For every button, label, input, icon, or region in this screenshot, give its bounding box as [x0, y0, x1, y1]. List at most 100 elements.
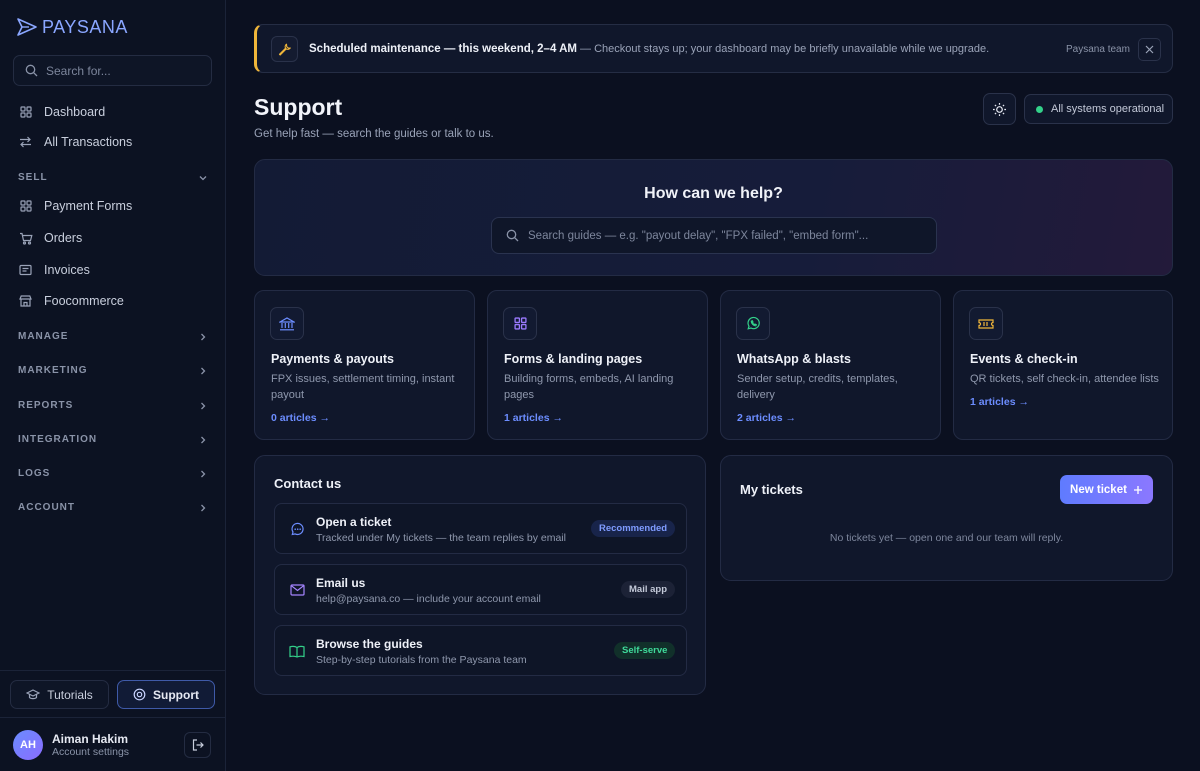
close-icon: [1145, 45, 1154, 54]
section-label: LOGS: [18, 468, 51, 479]
option-subtitle: help@paysana.co — include your account e…: [316, 593, 541, 605]
user-name: Aiman Hakim: [52, 732, 129, 746]
grid-icon: [18, 105, 33, 120]
chat-icon: [289, 521, 305, 537]
sidebar-section-logs[interactable]: LOGS: [18, 468, 208, 479]
category-title: WhatsApp & blasts: [737, 352, 851, 366]
section-label: INTEGRATION: [18, 434, 98, 445]
wrench-icon: [271, 36, 298, 62]
chevron-right-icon: [201, 333, 206, 340]
invoice-icon: [18, 263, 33, 278]
section-label: MARKETING: [18, 365, 88, 376]
cart-icon: [18, 231, 33, 246]
sidebar-item-label: Payment Forms: [44, 199, 133, 213]
category-description: Building forms, embeds, AI landing pages: [504, 373, 674, 401]
sidebar-item-label: Foocommerce: [44, 294, 124, 308]
mail-icon: [289, 582, 305, 598]
brand-name: PAYSANA: [42, 16, 128, 37]
contact-us-panel: Contact us Open a ticket Tracked under M…: [254, 455, 706, 695]
page-subtitle: Get help fast — search the guides or tal…: [254, 128, 494, 140]
tickets-title: My tickets: [740, 482, 803, 497]
sidebar-item-invoices[interactable]: Invoices: [18, 260, 90, 280]
sidebar-divider: [0, 717, 226, 718]
plus-icon: [1133, 485, 1142, 494]
page-title: Support: [254, 94, 343, 120]
option-title: Open a ticket: [316, 515, 392, 529]
my-tickets-panel: My tickets New ticket No tickets yet — o…: [720, 455, 1173, 581]
banner-close-button[interactable]: [1138, 38, 1161, 61]
category-card-payments[interactable]: Payments & payouts FPX issues, settlemen…: [254, 290, 475, 440]
avatar[interactable]: AH: [13, 730, 43, 760]
category-articles-link[interactable]: 1 articles →: [970, 396, 1029, 408]
category-title: Payments & payouts: [271, 352, 394, 366]
logout-icon: [192, 739, 204, 751]
section-label: MANAGE: [18, 331, 69, 342]
grid-icon: [503, 307, 537, 340]
logout-button[interactable]: [184, 732, 211, 758]
book-icon: [289, 643, 305, 659]
chevron-down-icon: [199, 175, 207, 180]
guide-search[interactable]: [491, 217, 937, 254]
sidebar-divider: [0, 670, 226, 671]
sidebar-section-sell[interactable]: SELL: [18, 172, 208, 183]
category-card-forms[interactable]: Forms & landing pages Building forms, em…: [487, 290, 708, 440]
sidebar-section-integration[interactable]: INTEGRATION: [18, 434, 208, 445]
ticket-icon: [969, 307, 1003, 340]
category-articles-link[interactable]: 0 articles →: [271, 412, 330, 424]
chevron-right-icon: [201, 436, 206, 443]
email-us-option[interactable]: Email us help@paysana.co — include your …: [274, 564, 687, 615]
brand-logo[interactable]: PAYSANA: [16, 16, 128, 38]
mail-app-badge: Mail app: [621, 581, 676, 598]
chevron-right-icon: [201, 504, 206, 511]
sidebar-item-dashboard[interactable]: Dashboard: [18, 102, 105, 122]
store-icon: [18, 294, 33, 309]
section-label: ACCOUNT: [18, 502, 75, 513]
tickets-empty-state: No tickets yet — open one and our team w…: [829, 532, 1064, 544]
paysana-logo-icon: [17, 18, 37, 36]
sidebar-search[interactable]: [13, 55, 212, 86]
open-ticket-option[interactable]: Open a ticket Tracked under My tickets —…: [274, 503, 687, 554]
help-search-hero: How can we help?: [254, 159, 1173, 276]
sidebar-item-payment-forms[interactable]: Payment Forms: [18, 196, 132, 216]
section-label: SELL: [18, 172, 48, 183]
option-subtitle: Tracked under My tickets — the team repl…: [316, 532, 566, 544]
tutorials-label: Tutorials: [47, 687, 93, 702]
category-card-whatsapp[interactable]: WhatsApp & blasts Sender setup, credits,…: [720, 290, 941, 440]
search-icon: [25, 64, 38, 77]
banner-title: Scheduled maintenance — this weekend, 2–…: [309, 43, 577, 55]
account-settings-link[interactable]: Account settings: [52, 746, 129, 758]
category-description: FPX issues, settlement timing, instant p…: [271, 373, 455, 401]
category-card-events[interactable]: Events & check-in QR tickets, self check…: [953, 290, 1173, 440]
option-subtitle: Step-by-step tutorials from the Paysana …: [316, 654, 527, 666]
sidebar-item-orders[interactable]: Orders: [18, 228, 82, 248]
sidebar-item-foocommerce[interactable]: Foocommerce: [18, 291, 124, 311]
maintenance-banner: Scheduled maintenance — this weekend, 2–…: [254, 24, 1173, 73]
sidebar-search-input[interactable]: [46, 63, 206, 78]
sidebar-section-account[interactable]: ACCOUNT: [18, 502, 208, 513]
bank-icon: [270, 307, 304, 340]
whatsapp-icon: [736, 307, 770, 340]
category-articles-link[interactable]: 1 articles →: [504, 412, 563, 424]
new-ticket-label: New ticket: [1070, 483, 1127, 496]
new-ticket-button[interactable]: New ticket: [1060, 475, 1153, 504]
theme-toggle-button[interactable]: [983, 93, 1016, 125]
hero-title: How can we help?: [644, 185, 783, 202]
category-articles-link[interactable]: 2 articles →: [737, 412, 796, 424]
graduation-cap-icon: [26, 688, 41, 699]
support-button[interactable]: Support: [117, 680, 215, 709]
sidebar: PAYSANA Dashboard All Transactions SELL …: [0, 0, 226, 771]
chevron-right-icon: [201, 367, 206, 374]
browse-guides-option[interactable]: Browse the guides Step-by-step tutorials…: [274, 625, 687, 676]
sidebar-section-manage[interactable]: MANAGE: [18, 331, 208, 342]
guide-search-input[interactable]: [528, 229, 928, 242]
search-icon: [506, 229, 519, 242]
sidebar-item-label: Dashboard: [44, 105, 106, 119]
contact-title: Contact us: [274, 476, 342, 491]
tutorials-button[interactable]: Tutorials: [10, 680, 109, 709]
sidebar-item-all-transactions[interactable]: All Transactions: [18, 132, 132, 152]
sidebar-section-marketing[interactable]: MARKETING: [18, 365, 208, 376]
sidebar-section-reports[interactable]: REPORTS: [18, 400, 208, 411]
category-title: Forms & landing pages: [504, 352, 643, 366]
status-text: All systems operational: [1051, 103, 1165, 115]
system-status-badge[interactable]: All systems operational: [1024, 94, 1173, 124]
